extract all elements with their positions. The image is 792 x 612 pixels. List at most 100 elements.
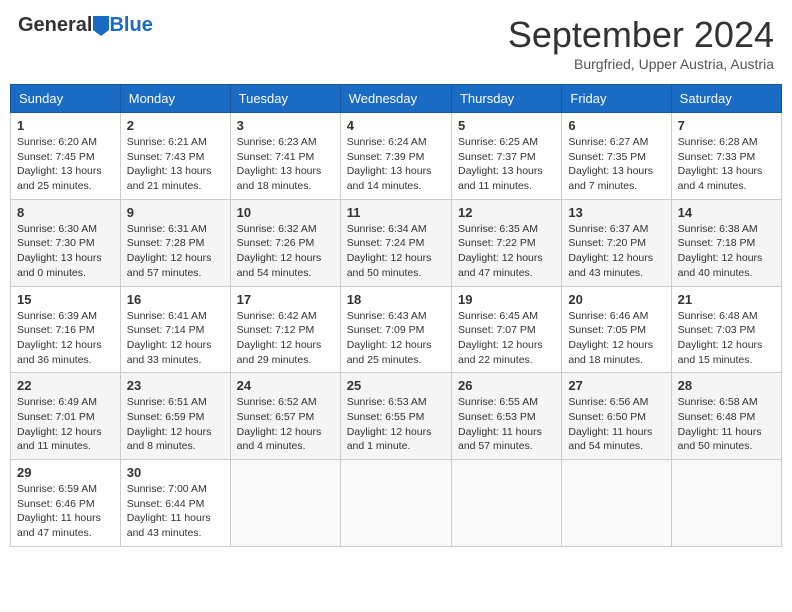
day-info: Sunrise: 6:37 AM Sunset: 7:20 PM Dayligh… [568, 222, 664, 281]
day-number: 17 [237, 292, 334, 307]
day-number: 11 [347, 205, 445, 220]
day-info: Sunrise: 6:48 AM Sunset: 7:03 PM Dayligh… [678, 309, 775, 368]
calendar-cell [451, 460, 561, 547]
calendar-week-row: 8Sunrise: 6:30 AM Sunset: 7:30 PM Daylig… [11, 199, 782, 286]
calendar-cell [230, 460, 340, 547]
day-number: 26 [458, 378, 555, 393]
day-number: 16 [127, 292, 224, 307]
day-info: Sunrise: 6:41 AM Sunset: 7:14 PM Dayligh… [127, 309, 224, 368]
day-number: 20 [568, 292, 664, 307]
page-header: General Blue September 2024 Burgfried, U… [10, 10, 782, 76]
calendar-cell: 4 Sunrise: 6:24 AM Sunset: 7:39 PM Daylig… [340, 113, 451, 200]
logo-general-text: General [18, 14, 92, 37]
day-info: Sunrise: 6:23 AM Sunset: 7:41 PM Dayligh… [237, 135, 334, 194]
calendar-cell: 15 Sunrise: 6:39 AM Sunset: 7:16 PM Dayli… [11, 286, 121, 373]
calendar-cell: 2Sunrise: 6:21 AM Sunset: 7:43 PM Daylig… [120, 113, 230, 200]
calendar-cell: 19 Sunrise: 6:45 AM Sunset: 7:07 PM Dayli… [451, 286, 561, 373]
column-header-wednesday: Wednesday [340, 85, 451, 113]
day-info: Sunrise: 6:34 AM Sunset: 7:24 PM Dayligh… [347, 222, 445, 281]
day-number: 28 [678, 378, 775, 393]
calendar-header-row: SundayMondayTuesdayWednesdayThursdayFrid… [11, 85, 782, 113]
day-number: 23 [127, 378, 224, 393]
calendar-cell: 7 Sunrise: 6:28 AM Sunset: 7:33 PM Daylig… [671, 113, 781, 200]
calendar-cell: 22 Sunrise: 6:49 AM Sunset: 7:01 PM Dayli… [11, 373, 121, 460]
calendar-cell: 13Sunrise: 6:37 AM Sunset: 7:20 PM Dayli… [562, 199, 671, 286]
day-number: 1 [17, 118, 114, 133]
month-title: September 2024 [508, 14, 774, 56]
day-number: 6 [568, 118, 664, 133]
calendar-cell: 25Sunrise: 6:53 AM Sunset: 6:55 PM Dayli… [340, 373, 451, 460]
location-subtitle: Burgfried, Upper Austria, Austria [508, 56, 774, 72]
day-number: 10 [237, 205, 334, 220]
day-number: 7 [678, 118, 775, 133]
calendar-cell: 12 Sunrise: 6:35 AM Sunset: 7:22 PM Dayli… [451, 199, 561, 286]
day-number: 18 [347, 292, 445, 307]
day-number: 30 [127, 465, 224, 480]
calendar-week-row: 29 Sunrise: 6:59 AM Sunset: 6:46 PM Dayli… [11, 460, 782, 547]
calendar-week-row: 15 Sunrise: 6:39 AM Sunset: 7:16 PM Dayli… [11, 286, 782, 373]
calendar-cell: 5 Sunrise: 6:25 AM Sunset: 7:37 PM Daylig… [451, 113, 561, 200]
calendar-cell: 28 Sunrise: 6:58 AM Sunset: 6:48 PM Dayli… [671, 373, 781, 460]
logo-blue-text: Blue [109, 14, 152, 37]
calendar-cell: 27Sunrise: 6:56 AM Sunset: 6:50 PM Dayli… [562, 373, 671, 460]
column-header-friday: Friday [562, 85, 671, 113]
day-info: Sunrise: 6:25 AM Sunset: 7:37 PM Dayligh… [458, 135, 555, 194]
calendar-cell: 14 Sunrise: 6:38 AM Sunset: 7:18 PM Dayli… [671, 199, 781, 286]
day-number: 5 [458, 118, 555, 133]
day-info: Sunrise: 6:46 AM Sunset: 7:05 PM Dayligh… [568, 309, 664, 368]
calendar-cell: 26 Sunrise: 6:55 AM Sunset: 6:53 PM Dayli… [451, 373, 561, 460]
calendar-cell: 24 Sunrise: 6:52 AM Sunset: 6:57 PM Dayli… [230, 373, 340, 460]
day-info: Sunrise: 6:51 AM Sunset: 6:59 PM Dayligh… [127, 395, 224, 454]
day-info: Sunrise: 6:43 AM Sunset: 7:09 PM Dayligh… [347, 309, 445, 368]
day-info: Sunrise: 6:38 AM Sunset: 7:18 PM Dayligh… [678, 222, 775, 281]
calendar-cell [340, 460, 451, 547]
calendar-week-row: 22 Sunrise: 6:49 AM Sunset: 7:01 PM Dayli… [11, 373, 782, 460]
calendar-cell: 18 Sunrise: 6:43 AM Sunset: 7:09 PM Dayli… [340, 286, 451, 373]
day-info: Sunrise: 6:31 AM Sunset: 7:28 PM Dayligh… [127, 222, 224, 281]
day-info: Sunrise: 6:35 AM Sunset: 7:22 PM Dayligh… [458, 222, 555, 281]
title-section: September 2024 Burgfried, Upper Austria,… [508, 14, 774, 72]
column-header-sunday: Sunday [11, 85, 121, 113]
day-info: Sunrise: 6:28 AM Sunset: 7:33 PM Dayligh… [678, 135, 775, 194]
calendar-table: SundayMondayTuesdayWednesdayThursdayFrid… [10, 84, 782, 547]
day-number: 27 [568, 378, 664, 393]
day-info: Sunrise: 6:20 AM Sunset: 7:45 PM Dayligh… [17, 135, 114, 194]
calendar-cell: 30 Sunrise: 7:00 AM Sunset: 6:44 PM Dayli… [120, 460, 230, 547]
day-number: 2 [127, 118, 224, 133]
calendar-cell: 11 Sunrise: 6:34 AM Sunset: 7:24 PM Dayli… [340, 199, 451, 286]
day-info: Sunrise: 6:45 AM Sunset: 7:07 PM Dayligh… [458, 309, 555, 368]
day-number: 22 [17, 378, 114, 393]
calendar-cell: 1 Sunrise: 6:20 AM Sunset: 7:45 PM Daylig… [11, 113, 121, 200]
day-info: Sunrise: 6:55 AM Sunset: 6:53 PM Dayligh… [458, 395, 555, 454]
day-number: 14 [678, 205, 775, 220]
day-info: Sunrise: 6:52 AM Sunset: 6:57 PM Dayligh… [237, 395, 334, 454]
calendar-cell: 6 Sunrise: 6:27 AM Sunset: 7:35 PM Daylig… [562, 113, 671, 200]
day-number: 21 [678, 292, 775, 307]
day-info: Sunrise: 6:58 AM Sunset: 6:48 PM Dayligh… [678, 395, 775, 454]
day-info: Sunrise: 6:39 AM Sunset: 7:16 PM Dayligh… [17, 309, 114, 368]
day-number: 24 [237, 378, 334, 393]
day-number: 12 [458, 205, 555, 220]
column-header-monday: Monday [120, 85, 230, 113]
day-number: 29 [17, 465, 114, 480]
day-number: 3 [237, 118, 334, 133]
day-info: Sunrise: 7:00 AM Sunset: 6:44 PM Dayligh… [127, 482, 224, 541]
day-info: Sunrise: 6:49 AM Sunset: 7:01 PM Dayligh… [17, 395, 114, 454]
day-info: Sunrise: 6:30 AM Sunset: 7:30 PM Dayligh… [17, 222, 114, 281]
day-number: 19 [458, 292, 555, 307]
day-number: 4 [347, 118, 445, 133]
column-header-tuesday: Tuesday [230, 85, 340, 113]
calendar-cell: 29 Sunrise: 6:59 AM Sunset: 6:46 PM Dayli… [11, 460, 121, 547]
day-info: Sunrise: 6:53 AM Sunset: 6:55 PM Dayligh… [347, 395, 445, 454]
day-info: Sunrise: 6:24 AM Sunset: 7:39 PM Dayligh… [347, 135, 445, 194]
day-info: Sunrise: 6:27 AM Sunset: 7:35 PM Dayligh… [568, 135, 664, 194]
calendar-week-row: 1 Sunrise: 6:20 AM Sunset: 7:45 PM Daylig… [11, 113, 782, 200]
logo: General Blue [18, 14, 153, 37]
calendar-cell [671, 460, 781, 547]
day-info: Sunrise: 6:59 AM Sunset: 6:46 PM Dayligh… [17, 482, 114, 541]
column-header-saturday: Saturday [671, 85, 781, 113]
calendar-cell: 23 Sunrise: 6:51 AM Sunset: 6:59 PM Dayli… [120, 373, 230, 460]
logo-icon [93, 16, 109, 36]
day-info: Sunrise: 6:42 AM Sunset: 7:12 PM Dayligh… [237, 309, 334, 368]
day-number: 15 [17, 292, 114, 307]
